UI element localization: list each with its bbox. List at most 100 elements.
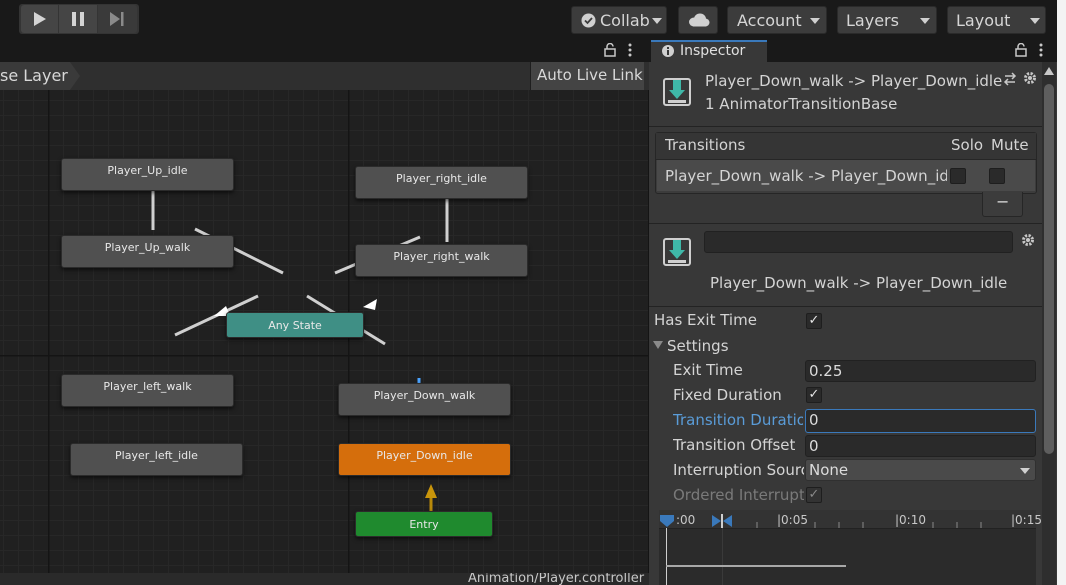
exit-time-field[interactable]: 0.25 bbox=[805, 360, 1036, 382]
solo-checkbox[interactable] bbox=[950, 168, 966, 184]
fixed-duration-label: Fixed Duration bbox=[673, 386, 782, 404]
collab-label: Collab bbox=[600, 11, 650, 30]
has-exit-time-checkbox[interactable]: ✓ bbox=[806, 313, 822, 329]
transition-icon bbox=[663, 78, 691, 106]
transition-arrow bbox=[363, 299, 377, 310]
layers-dropdown[interactable]: Layers bbox=[837, 6, 937, 34]
mute-header: Mute bbox=[991, 136, 1029, 154]
gear-icon[interactable] bbox=[1021, 233, 1035, 247]
lock-icon[interactable] bbox=[604, 43, 616, 57]
transition-name-label: Player_Down_walk -> Player_Down_idle bbox=[710, 274, 1008, 292]
state-player-down-idle[interactable]: Player_Down_idle bbox=[338, 443, 511, 476]
transition-item-label: Player_Down_walk -> Player_Down_idle bbox=[665, 167, 947, 185]
transitions-list: Transitions Solo Mute Player_Down_walk -… bbox=[655, 132, 1037, 194]
play-button[interactable] bbox=[21, 5, 58, 33]
window-edge bbox=[1057, 0, 1066, 585]
breadcrumb-arrow bbox=[70, 62, 80, 90]
divider bbox=[649, 223, 1042, 224]
controller-path: Animation/Player.controller bbox=[468, 573, 645, 585]
state-player-down-walk[interactable]: Player_Down_walk bbox=[338, 383, 511, 416]
pause-icon bbox=[72, 12, 84, 26]
layout-dropdown[interactable]: Layout bbox=[947, 6, 1046, 34]
step-button[interactable] bbox=[98, 5, 137, 33]
state-machine-graph[interactable]: Player_Up_idle Player_Up_walk Player_rig… bbox=[0, 90, 649, 585]
cloud-icon bbox=[689, 13, 710, 27]
timeline-playhead bbox=[666, 528, 667, 585]
interruption-source-dropdown[interactable]: None bbox=[805, 459, 1036, 481]
scrollbar-thumb[interactable] bbox=[1044, 84, 1054, 454]
transitions-header: Transitions bbox=[665, 136, 746, 154]
transition-icon bbox=[663, 238, 691, 266]
more-options-icon[interactable] bbox=[1038, 43, 1044, 57]
pause-button[interactable] bbox=[59, 5, 97, 33]
animator-header: se Layer Auto Live Link bbox=[0, 62, 649, 91]
inspector-window: Inspector Player_Down_walk -> Player_Dow… bbox=[649, 40, 1057, 585]
remove-transition-button[interactable]: − bbox=[982, 192, 1023, 217]
gear-icon[interactable] bbox=[1023, 71, 1037, 85]
layers-label: Layers bbox=[846, 11, 899, 30]
collab-button[interactable]: Collab bbox=[571, 6, 667, 34]
tab-inspector-label: Inspector bbox=[680, 43, 746, 59]
account-dropdown[interactable]: Account bbox=[727, 6, 827, 34]
state-entry[interactable]: Entry bbox=[355, 511, 493, 537]
breadcrumb-label: se Layer bbox=[0, 66, 68, 85]
tab-inspector[interactable]: Inspector bbox=[651, 40, 767, 62]
transition-duration-label: Transition Duration bbox=[673, 411, 803, 429]
play-icon bbox=[34, 12, 46, 26]
state-any-state[interactable]: Any State bbox=[226, 312, 364, 338]
animator-tab-bar bbox=[0, 40, 649, 62]
main-toolbar: Collab Account Layers Layout bbox=[0, 0, 1066, 40]
exit-marker-line bbox=[722, 528, 723, 585]
state-player-left-walk[interactable]: Player_left_walk bbox=[61, 374, 234, 407]
source-clip-bar bbox=[666, 565, 846, 567]
inspector-tab-bar: Inspector bbox=[649, 40, 1057, 62]
state-player-up-walk[interactable]: Player_Up_walk bbox=[61, 235, 234, 268]
state-player-right-idle[interactable]: Player_right_idle bbox=[355, 166, 528, 199]
cloud-button[interactable] bbox=[678, 6, 718, 34]
foldout-arrow-icon[interactable] bbox=[653, 340, 663, 350]
chevron-down-icon bbox=[920, 18, 930, 24]
auto-live-link-button[interactable]: Auto Live Link bbox=[530, 62, 644, 90]
chevron-down-icon bbox=[652, 18, 662, 24]
exit-time-label: Exit Time bbox=[673, 361, 743, 379]
divider bbox=[649, 306, 1042, 307]
fixed-duration-checkbox[interactable]: ✓ bbox=[806, 387, 822, 403]
animator-window: se Layer Auto Live Link Player_Up_idle P… bbox=[0, 40, 649, 585]
lock-icon[interactable] bbox=[1015, 43, 1027, 57]
transition-offset-label: Transition Offset bbox=[673, 436, 796, 454]
more-options-icon[interactable] bbox=[627, 43, 633, 57]
solo-header: Solo bbox=[951, 136, 984, 154]
scroll-up-icon[interactable] bbox=[1044, 67, 1054, 75]
preset-icon[interactable] bbox=[1003, 72, 1017, 86]
state-player-up-idle[interactable]: Player_Up_idle bbox=[61, 158, 234, 191]
transition-name-field[interactable] bbox=[704, 231, 1013, 253]
entry-transition-arrow bbox=[425, 484, 437, 498]
chevron-down-icon bbox=[1020, 468, 1030, 474]
inspector-subtitle: 1 AnimatorTransitionBase bbox=[705, 95, 898, 113]
step-icon bbox=[110, 12, 124, 26]
check-circle-icon bbox=[581, 13, 596, 28]
layout-label: Layout bbox=[956, 11, 1011, 30]
transition-timeline[interactable]: :00 |0:05 |0:10 |0:15 bbox=[659, 510, 1042, 585]
info-icon bbox=[662, 45, 674, 57]
state-player-right-walk[interactable]: Player_right_walk bbox=[355, 244, 528, 277]
auto-live-link-label: Auto Live Link bbox=[537, 66, 643, 84]
timeline-start-marker[interactable] bbox=[659, 514, 675, 528]
chevron-down-icon bbox=[810, 18, 820, 24]
remove-label: − bbox=[996, 192, 1010, 211]
interruption-source-value: None bbox=[809, 461, 849, 479]
ordered-interruption-checkbox: ✓ bbox=[806, 487, 822, 503]
transition-duration-field[interactable]: 0 bbox=[805, 409, 1036, 433]
settings-foldout[interactable]: Settings bbox=[667, 337, 729, 355]
account-label: Account bbox=[737, 11, 802, 30]
transition-offset-field[interactable]: 0 bbox=[805, 435, 1036, 457]
has-exit-time-label: Has Exit Time bbox=[654, 311, 757, 329]
animator-footer: Animation/Player.controller bbox=[0, 573, 649, 585]
state-player-left-idle[interactable]: Player_left_idle bbox=[70, 443, 243, 476]
mute-checkbox[interactable] bbox=[989, 168, 1005, 184]
divider bbox=[649, 126, 1042, 127]
ordered-interruption-label: Ordered Interruption bbox=[673, 486, 804, 504]
chevron-down-icon bbox=[1030, 18, 1040, 24]
exit-time-marker[interactable] bbox=[711, 514, 733, 528]
inspector-title: Player_Down_walk -> Player_Down_idle bbox=[705, 72, 1003, 90]
